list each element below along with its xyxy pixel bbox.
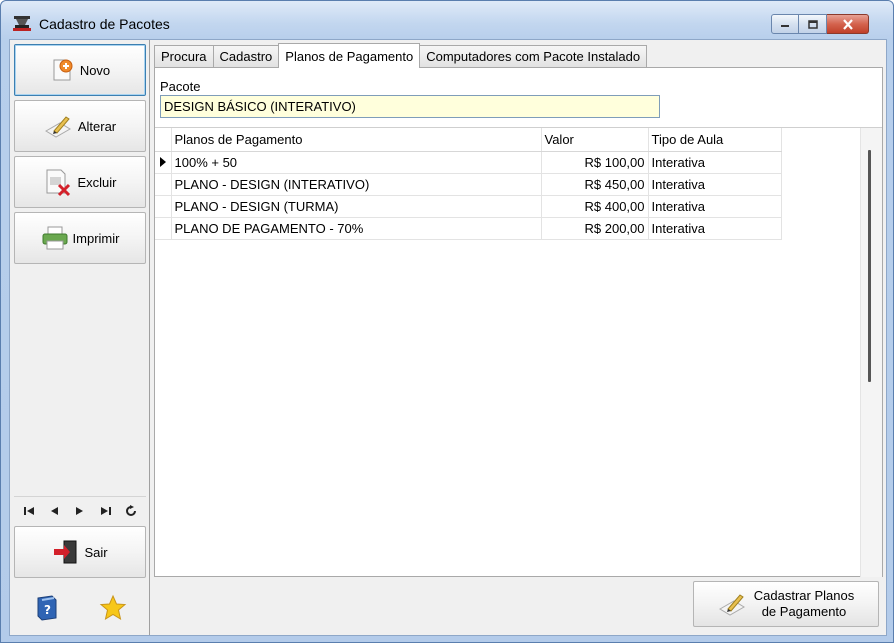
sair-label: Sair [84, 544, 108, 560]
delete-document-icon [46, 169, 71, 197]
maximize-button[interactable] [799, 14, 827, 34]
payment-plans-grid[interactable]: Planos de Pagamento Valor Tipo de Aula 1… [155, 127, 882, 577]
sair-button[interactable]: Sair [14, 526, 146, 578]
cadastrar-line1: Cadastrar Planos [753, 588, 855, 603]
table-row[interactable]: PLANO - DESIGN (TURMA) R$ 400,00 Interat… [155, 195, 782, 218]
column-header-valor[interactable]: Valor [541, 128, 649, 152]
column-header-tipo[interactable]: Tipo de Aula [648, 128, 782, 152]
tab-panel: Pacote DESIGN BÁSICO (INTERATIVO) Planos… [154, 67, 883, 577]
client-area: Novo Alterar Excluir Imprimir Sair ? Pro… [9, 39, 887, 636]
favorite-star-icon[interactable] [99, 594, 127, 622]
cell-tipo[interactable]: Interativa [648, 173, 782, 196]
row-indicator [155, 173, 172, 196]
tab-procura[interactable]: Procura [154, 45, 214, 67]
indicator-header [155, 128, 172, 152]
title-bar[interactable]: Cadastro de Pacotes [1, 1, 893, 39]
bottom-icons: ? [14, 588, 146, 628]
column-header-planos[interactable]: Planos de Pagamento [171, 128, 542, 152]
row-indicator [155, 195, 172, 218]
cadastrar-line2: de Pagamento [761, 604, 847, 619]
scrollbar-thumb[interactable] [868, 150, 871, 382]
main-window: Cadastro de Pacotes Novo Alterar Excluir… [0, 0, 894, 643]
cell-plano[interactable]: PLANO - DESIGN (INTERATIVO) [171, 173, 542, 196]
vertical-scrollbar[interactable] [860, 128, 882, 577]
row-indicator [155, 217, 172, 240]
cell-plano[interactable]: 100% + 50 [171, 151, 542, 174]
imprimir-label: Imprimir [72, 230, 120, 246]
cell-tipo[interactable]: Interativa [648, 195, 782, 218]
refresh-icon[interactable] [122, 502, 140, 520]
edit-pen-icon [718, 594, 745, 616]
cell-valor[interactable]: R$ 450,00 [541, 173, 649, 196]
window-title: Cadastro de Pacotes [39, 16, 170, 32]
exit-door-icon [54, 540, 77, 564]
cell-valor[interactable]: R$ 100,00 [541, 151, 649, 174]
cell-plano[interactable]: PLANO - DESIGN (TURMA) [171, 195, 542, 218]
excluir-label: Excluir [77, 174, 117, 190]
pacote-field[interactable]: DESIGN BÁSICO (INTERATIVO) [160, 95, 660, 118]
tab-cadastro[interactable]: Cadastro [212, 45, 280, 67]
imprimir-button[interactable]: Imprimir [14, 212, 146, 264]
next-record-icon[interactable] [71, 502, 89, 520]
tab-planos-de-pagamento[interactable]: Planos de Pagamento [278, 43, 421, 68]
cell-tipo[interactable]: Interativa [648, 217, 782, 240]
maximize-icon [807, 19, 818, 29]
last-record-icon[interactable] [97, 502, 115, 520]
left-toolbar: Novo Alterar Excluir Imprimir Sair ? [10, 40, 150, 635]
pacote-label: Pacote [160, 79, 201, 94]
grid-header-row: Planos de Pagamento Valor Tipo de Aula [155, 128, 782, 152]
edit-pen-icon [44, 116, 71, 138]
first-record-icon[interactable] [20, 502, 38, 520]
app-icon [13, 16, 31, 31]
tab-computadores[interactable]: Computadores com Pacote Instalado [419, 45, 648, 67]
alterar-label: Alterar [77, 118, 117, 134]
help-book-icon[interactable]: ? [34, 594, 60, 622]
tab-bar: Procura Cadastro Planos de Pagamento Com… [154, 43, 648, 68]
cell-plano[interactable]: PLANO DE PAGAMENTO - 70% [171, 217, 542, 240]
table-row[interactable]: PLANO DE PAGAMENTO - 70% R$ 200,00 Inter… [155, 217, 782, 240]
excluir-button[interactable]: Excluir [14, 156, 146, 208]
cell-valor[interactable]: R$ 400,00 [541, 195, 649, 218]
cell-tipo[interactable]: Interativa [648, 151, 782, 174]
table-row[interactable]: 100% + 50 R$ 100,00 Interativa [155, 151, 782, 174]
previous-record-icon[interactable] [45, 502, 63, 520]
new-document-icon [53, 59, 73, 81]
cell-valor[interactable]: R$ 200,00 [541, 217, 649, 240]
table-row[interactable]: PLANO - DESIGN (INTERATIVO) R$ 450,00 In… [155, 173, 782, 196]
cadastrar-planos-button[interactable]: Cadastrar Planos de Pagamento [693, 581, 879, 627]
current-row-indicator-icon [155, 151, 172, 174]
printer-icon [42, 226, 68, 250]
novo-label: Novo [79, 62, 111, 78]
record-navigator [14, 496, 146, 524]
minimize-icon [781, 25, 789, 27]
svg-text:?: ? [44, 603, 51, 617]
alterar-button[interactable]: Alterar [14, 100, 146, 152]
minimize-button[interactable] [771, 14, 799, 34]
novo-button[interactable]: Novo [14, 44, 146, 96]
cadastrar-planos-label: Cadastrar Planos de Pagamento [754, 588, 854, 620]
close-icon [842, 18, 853, 30]
close-button[interactable] [827, 14, 869, 34]
